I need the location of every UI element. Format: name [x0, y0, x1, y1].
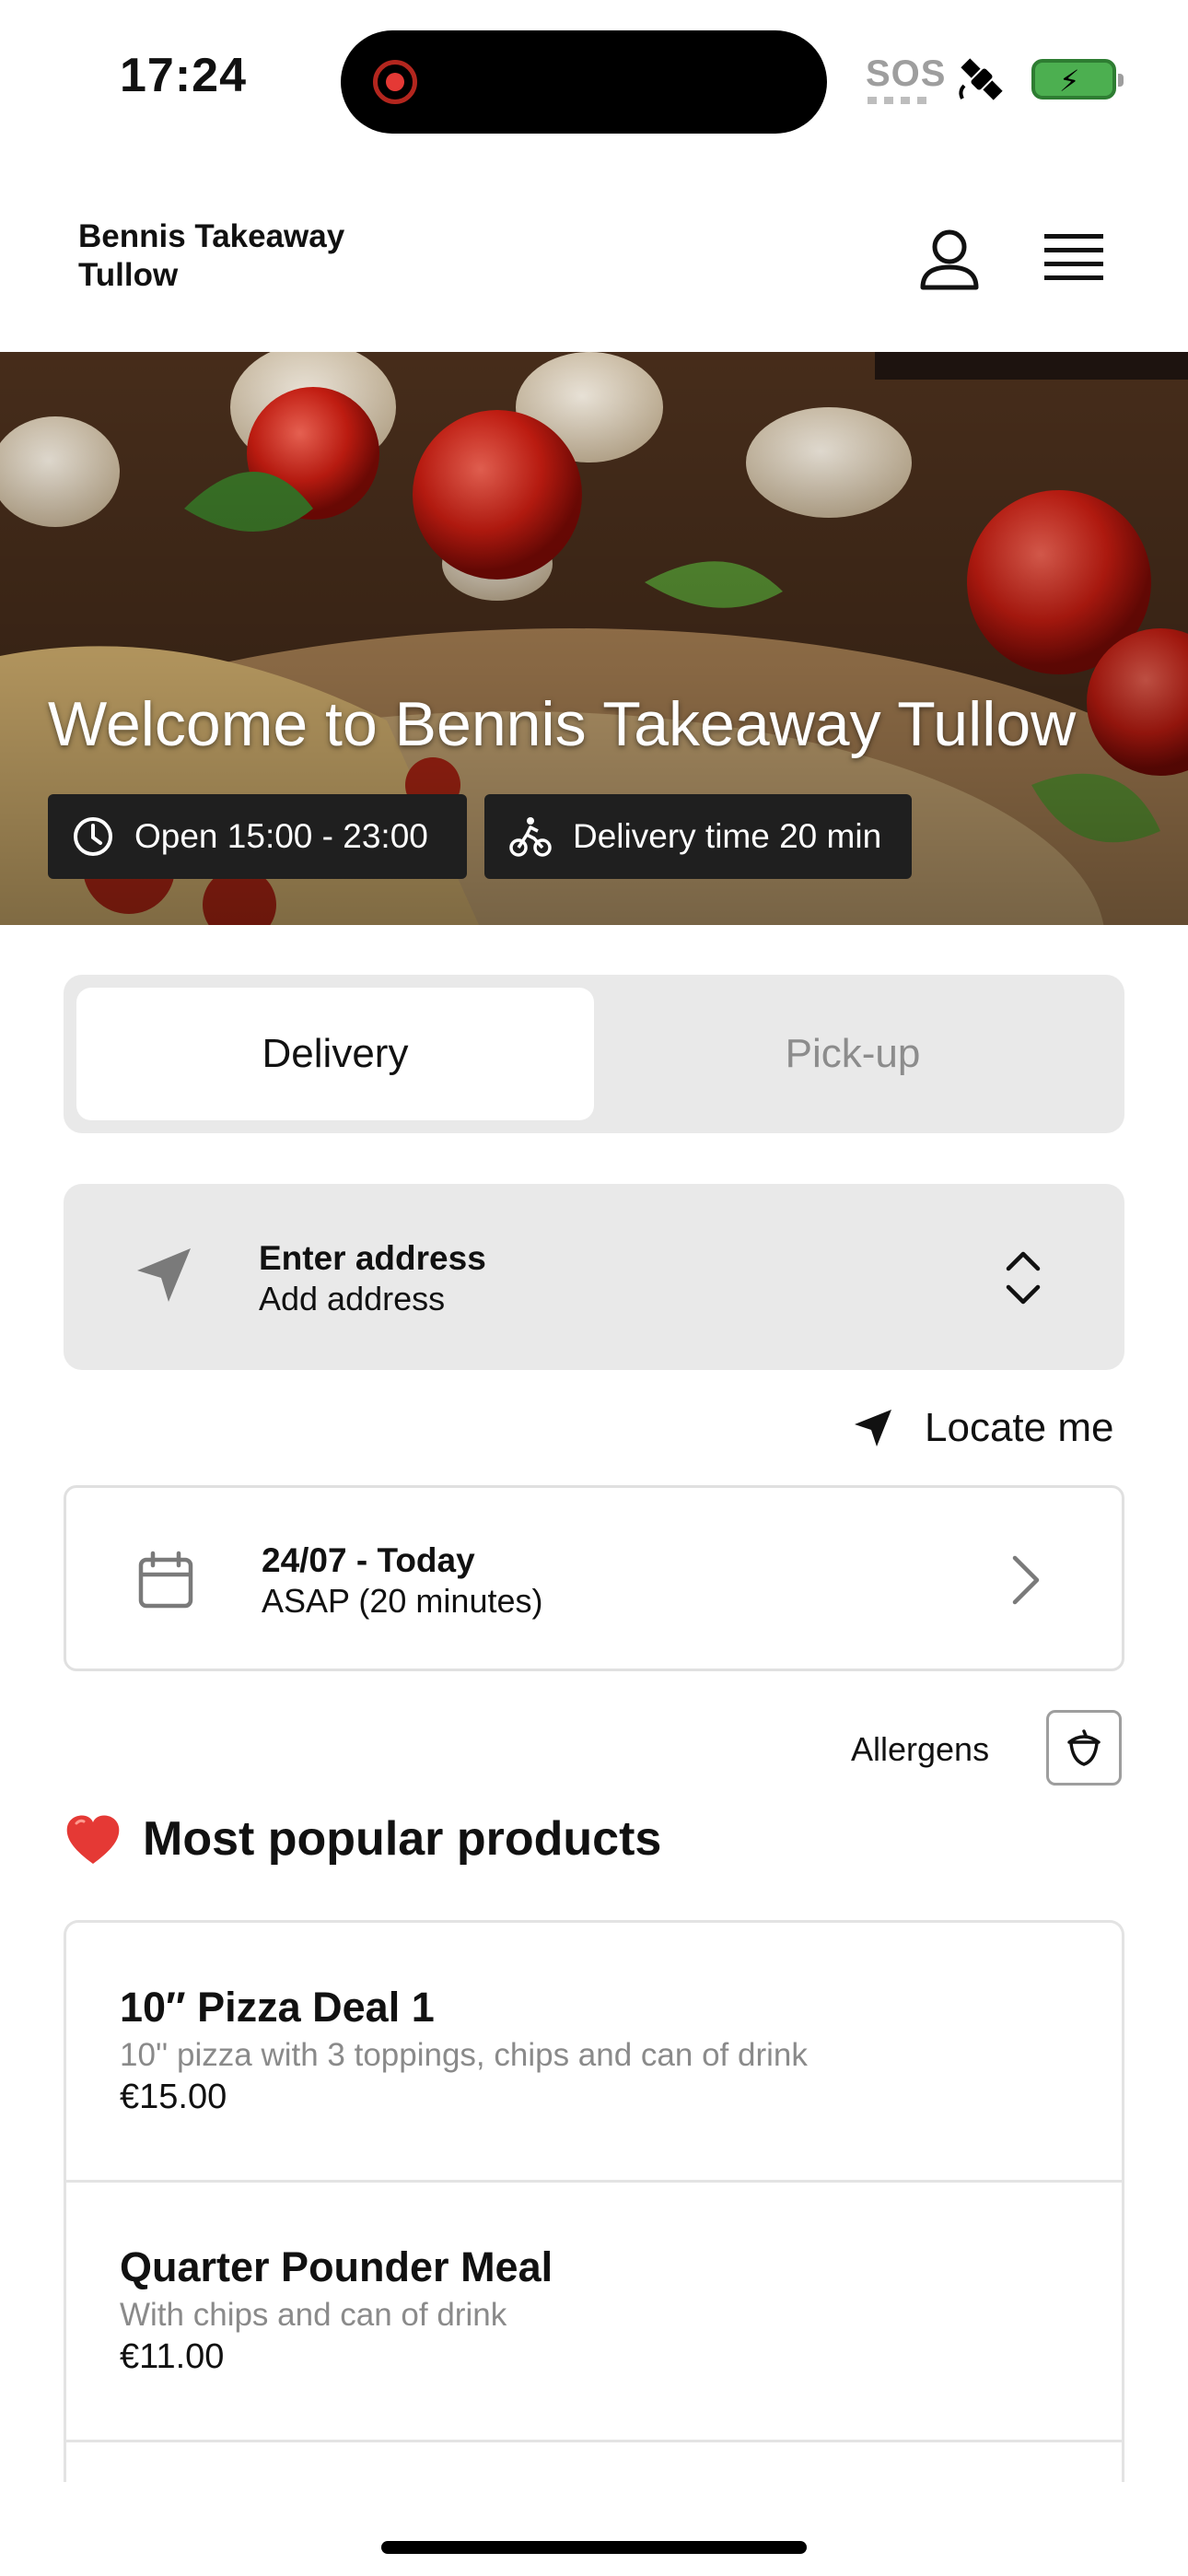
hero-title: Welcome to Bennis Takeaway Tullow	[48, 689, 1077, 759]
opening-hours-text: Open 15:00 - 23:00	[134, 817, 428, 855]
delivery-time-text: Delivery time 20 min	[573, 817, 882, 855]
schedule-selector[interactable]: 24/07 - Today ASAP (20 minutes)	[64, 1485, 1124, 1671]
delivery-option[interactable]: Delivery	[76, 988, 594, 1120]
battery-charging-icon: ⚡	[1031, 59, 1124, 100]
allergens-button[interactable]	[1046, 1710, 1122, 1786]
opening-hours-chip: Open 15:00 - 23:00	[48, 794, 467, 879]
product-description: With chips and can of drink	[120, 2297, 507, 2333]
status-bar: 17:24 SOS ⚡	[0, 0, 1188, 157]
address-selector[interactable]: Enter address Add address	[64, 1184, 1124, 1370]
dynamic-island	[341, 30, 827, 134]
order-mode-toggle: Delivery Pick-up	[64, 975, 1124, 1133]
site-header: Bennis Takeaway Tullow	[0, 157, 1188, 352]
acorn-icon	[1067, 1729, 1101, 1766]
locate-me-label: Locate me	[925, 1405, 1114, 1450]
product-card[interactable]: 10″ Pizza Deal 1 10'' pizza with 3 toppi…	[66, 1923, 1122, 2183]
screen-record-icon	[373, 60, 417, 104]
product-description: 10'' pizza with 3 toppings, chips and ca…	[120, 2037, 808, 2073]
product-name: Quarter Pounder Meal	[120, 2243, 553, 2290]
heart-icon	[66, 1815, 120, 1864]
chevron-right-icon	[1012, 1555, 1040, 1605]
product-price: €11.00	[120, 2337, 225, 2376]
product-card[interactable]: Quarter Pounder Meal With chips and can …	[66, 2183, 1122, 2442]
address-subtitle: Add address	[259, 1280, 446, 1317]
product-list: 10″ Pizza Deal 1 10'' pizza with 3 toppi…	[64, 1920, 1124, 2482]
navigation-arrow-icon	[855, 1410, 891, 1446]
product-name: 10″ Pizza Deal 1	[120, 1984, 435, 2031]
schedule-time: ASAP (20 minutes)	[262, 1582, 543, 1620]
hamburger-menu-icon[interactable]	[1044, 230, 1103, 286]
expand-chevrons-icon	[1006, 1251, 1041, 1305]
schedule-date: 24/07 - Today	[262, 1541, 475, 1579]
popular-heading-text: Most popular products	[143, 1812, 662, 1866]
delivery-time-chip: Delivery time 20 min	[484, 794, 912, 879]
allergens-label: Allergens	[851, 1730, 990, 1768]
brand-name[interactable]: Bennis Takeaway Tullow	[78, 217, 428, 295]
signal-dots-icon	[868, 97, 932, 104]
pickup-option[interactable]: Pick-up	[594, 988, 1112, 1120]
sos-indicator: SOS	[866, 53, 947, 94]
location-arrow-icon	[137, 1248, 191, 1302]
satellite-icon	[959, 58, 1003, 100]
popular-products-heading: Most popular products	[64, 1811, 661, 1867]
locate-me-button[interactable]: Locate me	[853, 1399, 1113, 1458]
home-indicator[interactable]	[381, 2541, 807, 2554]
hero-banner: Welcome to Bennis Takeaway Tullow Open 1…	[0, 352, 1188, 925]
clock-icon	[74, 817, 112, 856]
product-price: €15.00	[120, 2078, 227, 2116]
bike-courier-icon	[509, 817, 552, 857]
calendar-icon	[138, 1551, 193, 1609]
status-time: 17:24	[120, 49, 247, 102]
address-title: Enter address	[259, 1239, 486, 1277]
user-icon[interactable]	[917, 227, 982, 291]
